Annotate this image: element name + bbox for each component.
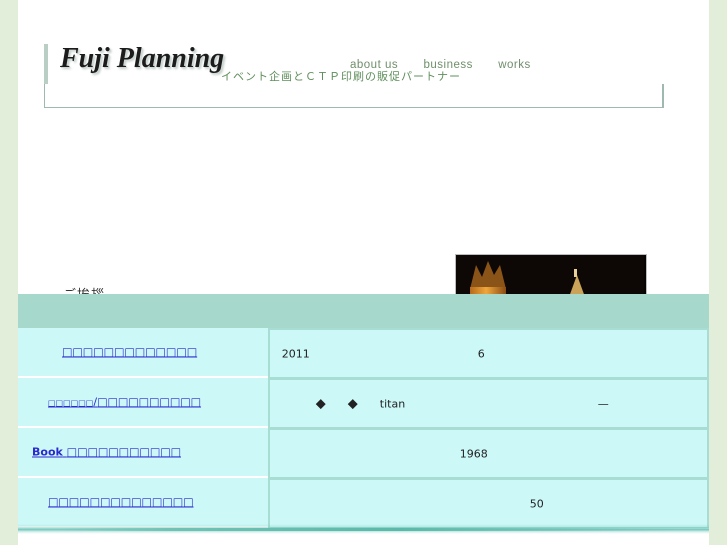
table-value-row-3: 1968 <box>278 430 699 477</box>
value-row-3-primary: 1968 <box>459 447 488 460</box>
table-cell-label: □□□□□□□□□□□□□□ <box>18 478 268 528</box>
table-link-row-4-glyphs: □□□□□□□□□□□□□□ <box>48 495 194 509</box>
table-link-row-2-glyphs: □□□□□□□□□□ <box>97 395 202 409</box>
table-value-row-4: 50 <box>278 480 699 527</box>
page-container: Fuji Planning イベント企画とＣＴＰ印刷の販促パートナー about… <box>18 0 709 545</box>
table-value-row-1: 2011 6 <box>278 330 699 377</box>
value-row-1-secondary: 6 <box>477 347 485 360</box>
value-row-1-primary: 2011 <box>281 347 310 360</box>
table-cell-value: 2011 6 <box>267 328 709 378</box>
table-cell-value: ◆ ◆ titan — <box>267 378 709 428</box>
table-row: □□□□□□□□□□□□□□ 50 <box>18 478 709 528</box>
content-table: □□□□□□□□□□□□□ 2011 6 □□□□□□/□□□□□□□□□□ ◆… <box>18 328 709 528</box>
header-frame-inner <box>45 84 663 107</box>
table-row: □□□□□□□□□□□□□ 2011 6 <box>18 328 709 378</box>
table-link-row-2-small-glyphs: □□□□□□ <box>48 398 94 408</box>
info-table: □□□□□□□□□□□□□ 2011 6 □□□□□□/□□□□□□□□□□ ◆… <box>18 328 709 528</box>
table-link-row-1[interactable]: □□□□□□□□□□□□□ <box>62 346 197 359</box>
intro-section: ご挨拶 ◆ 15 4 SP 30 20 <box>18 112 709 394</box>
table-cell-label: □□□□□□□□□□□□□ <box>18 328 268 378</box>
main-navigation: about us business works <box>350 57 531 71</box>
table-link-row-1-glyphs: □□□□□□□□□□□□□ <box>62 345 198 359</box>
table-cell-label: Book □□□□□□□□□□□ <box>18 428 268 478</box>
table-value-row-2: ◆ ◆ titan — <box>278 380 699 427</box>
table-link-row-4[interactable]: □□□□□□□□□□□□□□ <box>48 496 194 509</box>
table-link-row-2[interactable]: □□□□□□/□□□□□□□□□□ <box>48 396 201 409</box>
table-row: □□□□□□/□□□□□□□□□□ ◆ ◆ titan — <box>18 378 709 428</box>
value-row-2-quaternary: — <box>597 397 609 410</box>
nav-item-about-us[interactable]: about us <box>350 59 398 71</box>
header-frame <box>44 84 664 108</box>
table-row: Book □□□□□□□□□□□ 1968 <box>18 428 709 478</box>
table-link-row-3-prefix: Book <box>32 445 63 459</box>
footer-divider-bar <box>58 528 678 531</box>
value-row-2-primary: ◆ <box>315 396 326 411</box>
nav-item-works[interactable]: works <box>498 59 531 71</box>
value-row-4-primary: 50 <box>529 497 544 510</box>
table-cell-value: 1968 <box>267 428 709 478</box>
value-row-2-tertiary: titan <box>379 397 406 410</box>
footer-divider <box>18 524 709 534</box>
table-link-row-3[interactable]: Book □□□□□□□□□□□ <box>32 446 181 459</box>
value-row-2-secondary: ◆ <box>347 396 358 411</box>
site-logo[interactable]: Fuji Planning <box>44 44 224 84</box>
site-logo-text: Fuji Planning <box>60 43 225 74</box>
site-header: Fuji Planning イベント企画とＣＴＰ印刷の販促パートナー about… <box>18 0 709 112</box>
teal-section-band <box>18 294 709 328</box>
table-link-row-3-glyphs: □□□□□□□□□□□ <box>66 445 181 459</box>
nav-item-business[interactable]: business <box>423 59 472 71</box>
table-cell-label: □□□□□□/□□□□□□□□□□ <box>18 378 268 428</box>
table-cell-value: 50 <box>267 478 709 528</box>
